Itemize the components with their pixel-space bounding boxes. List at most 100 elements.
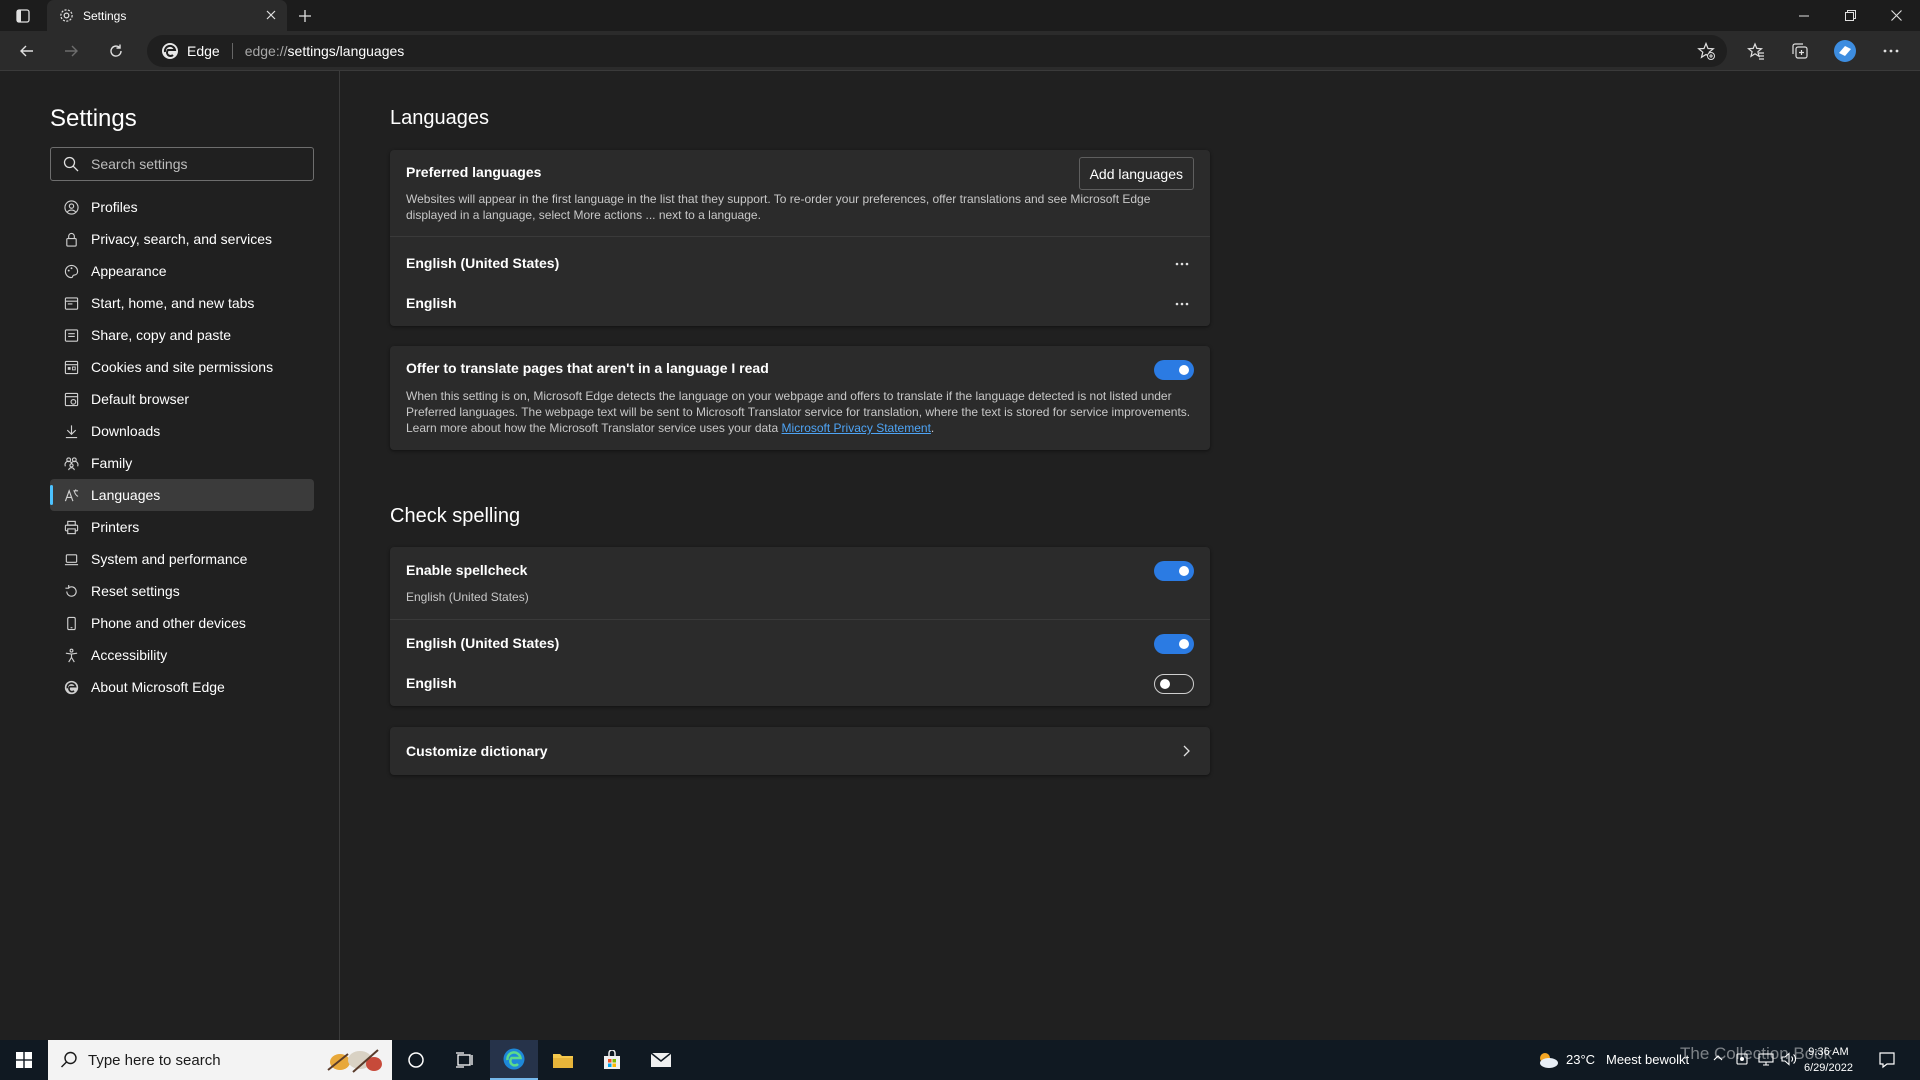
sidebar-item-label: Default browser — [91, 391, 190, 407]
tab-settings[interactable]: Settings — [47, 0, 287, 31]
sidebar-item-label: Privacy, search, and services — [91, 231, 273, 247]
languages-heading: Languages — [390, 107, 489, 129]
close-tab-icon[interactable] — [263, 7, 279, 23]
sidebar-item-appearance[interactable]: Appearance — [50, 255, 314, 287]
sidebar-item-languages[interactable]: Languages — [50, 479, 314, 511]
phone-icon — [63, 615, 79, 631]
collections-icon[interactable] — [1785, 37, 1815, 65]
tab-actions-icon[interactable] — [12, 6, 34, 26]
taskbar-edge-icon[interactable] — [490, 1040, 538, 1080]
profile-icon — [63, 199, 79, 215]
sidebar-item-cookies[interactable]: Cookies and site permissions — [50, 351, 314, 383]
settings-nav: Profiles Privacy, search, and services A… — [50, 191, 314, 703]
mail-icon[interactable] — [637, 1040, 685, 1080]
weather-cloud-icon — [1540, 1053, 1558, 1068]
minimize-icon[interactable] — [1782, 0, 1826, 31]
sidebar-item-family[interactable]: Family — [50, 447, 314, 479]
customize-dictionary-row[interactable]: Customize dictionary — [390, 727, 1210, 775]
tab-strip: Settings — [0, 0, 1920, 31]
cortana-icon[interactable] — [392, 1040, 440, 1080]
preferred-languages-description: Websites will appear in the first langua… — [406, 192, 1151, 222]
chevron-right-icon — [1183, 745, 1190, 757]
sidebar-item-label: About Microsoft Edge — [91, 679, 225, 695]
restore-icon[interactable] — [1828, 0, 1872, 31]
file-explorer-icon[interactable] — [539, 1040, 587, 1080]
sidebar-item-downloads[interactable]: Downloads — [50, 415, 314, 447]
taskbar: Type here to search 23°C Meest bewolkt T… — [0, 1040, 1920, 1080]
chevron-up-icon[interactable] — [1712, 1052, 1724, 1064]
check-spelling-heading: Check spelling — [390, 505, 521, 527]
sidebar-item-start-home[interactable]: Start, home, and new tabs — [50, 287, 314, 319]
preferred-language-item: English (United States) — [406, 255, 560, 271]
back-icon[interactable] — [12, 37, 42, 65]
sidebar-item-privacy[interactable]: Privacy, search, and services — [50, 223, 314, 255]
forward-icon[interactable] — [56, 37, 86, 65]
sidebar-item-label: Profiles — [91, 199, 138, 215]
sidebar-item-label: Printers — [91, 519, 140, 535]
spellcheck-card: Enable spellcheck English (United States… — [390, 547, 1210, 706]
card-divider — [390, 236, 1210, 237]
favorites-icon[interactable] — [1741, 37, 1771, 65]
customize-dictionary-label: Customize dictionary — [406, 743, 548, 759]
spellcheck-subtitle: English (United States) — [406, 590, 529, 604]
search-box[interactable] — [50, 147, 314, 181]
more-actions-icon[interactable] — [1170, 294, 1194, 314]
enable-spellcheck-title: Enable spellcheck — [406, 562, 528, 578]
task-view-icon[interactable] — [440, 1040, 488, 1080]
spellcheck-language-toggle[interactable] — [1154, 634, 1194, 654]
gear-icon — [57, 7, 75, 25]
address-bar[interactable]: Edge edge://settings/languages — [147, 35, 1727, 67]
more-menu-icon[interactable] — [1876, 37, 1906, 65]
spellcheck-language-item: English — [406, 675, 457, 691]
more-actions-icon[interactable] — [1170, 254, 1194, 274]
sidebar-item-system[interactable]: System and performance — [50, 543, 314, 575]
settings-title: Settings — [50, 105, 137, 132]
tray-device-icon[interactable] — [1735, 1052, 1749, 1066]
weather-description[interactable]: Meest bewolkt — [1606, 1052, 1689, 1067]
settings-sidebar: Settings Profiles Privacy, search, and s… — [0, 71, 340, 1040]
sidebar-item-about[interactable]: About Microsoft Edge — [50, 671, 314, 703]
sidebar-item-label: Appearance — [91, 263, 167, 279]
clock-date: 6/29/2022 — [1804, 1062, 1853, 1074]
sidebar-item-accessibility[interactable]: Accessibility — [50, 639, 314, 671]
card-divider — [390, 619, 1210, 620]
sidebar-item-printers[interactable]: Printers — [50, 511, 314, 543]
new-tab-icon[interactable] — [294, 5, 316, 27]
weather-temperature[interactable]: 23°C — [1566, 1052, 1595, 1067]
privacy-statement-link[interactable]: Microsoft Privacy Statement — [782, 421, 931, 435]
sidebar-item-reset[interactable]: Reset settings — [50, 575, 314, 607]
sidebar-item-profiles[interactable]: Profiles — [50, 191, 314, 223]
edge-logo-icon — [162, 43, 178, 59]
address-divider — [231, 43, 233, 59]
notifications-icon[interactable] — [1878, 1051, 1896, 1069]
taskbar-search[interactable]: Type here to search — [48, 1040, 392, 1080]
sidebar-item-label: Languages — [91, 487, 161, 503]
sidebar-item-phone[interactable]: Phone and other devices — [50, 607, 314, 639]
network-icon[interactable] — [1758, 1052, 1774, 1066]
sidebar-item-default-browser[interactable]: Default browser — [50, 383, 314, 415]
profile-avatar-icon[interactable] — [1830, 37, 1860, 65]
refresh-icon[interactable] — [101, 37, 131, 65]
sidebar-item-label: Accessibility — [91, 647, 168, 663]
search-input[interactable] — [91, 156, 291, 172]
site-label: Edge — [187, 43, 220, 59]
translate-toggle[interactable] — [1154, 360, 1194, 380]
sidebar-item-label: Phone and other devices — [91, 615, 246, 631]
volume-icon[interactable] — [1781, 1052, 1797, 1066]
translate-description: When this setting is on, Microsoft Edge … — [406, 389, 1191, 435]
browser-toolbar: Edge edge://settings/languages — [0, 31, 1920, 71]
tab-title: Settings — [83, 8, 127, 23]
close-window-icon[interactable] — [1874, 0, 1918, 31]
laptop-icon — [63, 551, 79, 567]
windows-start-icon[interactable] — [0, 1040, 48, 1080]
spellcheck-toggle[interactable] — [1154, 561, 1194, 581]
taskbar-clock[interactable]: 9:36 AM 6/29/2022 — [1804, 1044, 1853, 1076]
sidebar-item-share[interactable]: Share, copy and paste — [50, 319, 314, 351]
printer-icon — [63, 519, 79, 535]
add-favorite-icon[interactable] — [1697, 42, 1715, 60]
add-languages-button[interactable]: Add languages — [1078, 157, 1194, 190]
spellcheck-language-toggle[interactable] — [1154, 674, 1194, 694]
lock-icon — [63, 231, 79, 247]
share-icon — [63, 327, 79, 343]
microsoft-store-icon[interactable] — [588, 1040, 636, 1080]
